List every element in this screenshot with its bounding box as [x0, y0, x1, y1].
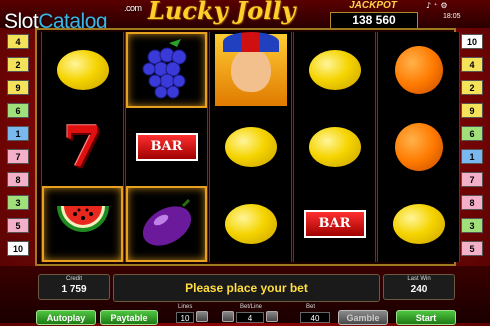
joker-icon	[214, 32, 287, 106]
lines-decrease-button[interactable]	[196, 311, 208, 322]
reel-2: BAR	[125, 32, 208, 262]
bet-line-value: 4	[236, 312, 264, 323]
payline-indicator-10[interactable]: 10	[461, 34, 483, 49]
bet-line-increase-button[interactable]	[266, 311, 278, 322]
last-win-panel: Last Win 240	[383, 274, 455, 300]
credit-panel: Credit 1 759	[38, 274, 110, 300]
bet-line-label: Bet/Line	[240, 304, 263, 310]
symbol-lemon	[378, 186, 459, 262]
jackpot-value: 138 560	[330, 12, 418, 29]
reel-area: 7 BAR BAR	[35, 28, 460, 266]
payline-indicator-3[interactable]: 3	[7, 195, 29, 210]
sound-icon[interactable]: ♪ ⁺ ⚙	[426, 0, 466, 10]
payline-indicator-3[interactable]: 3	[461, 218, 483, 233]
payline-indicator-1[interactable]: 1	[461, 149, 483, 164]
payline-indicator-10[interactable]: 10	[7, 241, 29, 256]
reel-1: 7	[41, 32, 124, 262]
last-win-label: Last Win	[407, 276, 431, 282]
reel-5	[377, 32, 460, 262]
symbol-lemon	[210, 186, 291, 262]
payline-indicator-9[interactable]: 9	[461, 103, 483, 118]
bet-value: 40	[300, 312, 330, 323]
payline-indicator-2[interactable]: 2	[461, 80, 483, 95]
symbol-lemon	[42, 32, 123, 108]
payline-indicator-7[interactable]: 7	[461, 172, 483, 187]
clock: 18:05	[443, 13, 461, 20]
lines-label: Lines	[178, 304, 193, 310]
status-message: Please place your bet	[113, 274, 380, 302]
bet-label: Bet	[306, 304, 316, 310]
payline-indicator-8[interactable]: 8	[461, 195, 483, 210]
payline-indicator-2[interactable]: 2	[7, 57, 29, 72]
symbol-lemon	[210, 109, 291, 185]
bar-symbol-label: BAR	[303, 210, 366, 238]
payline-indicator-8[interactable]: 8	[7, 172, 29, 187]
credit-label: Credit	[65, 276, 82, 282]
game-title: Lucky Jolly	[148, 0, 296, 25]
symbol-lemon	[294, 109, 375, 185]
payline-indicator-4[interactable]: 4	[461, 57, 483, 72]
payline-indicator-1[interactable]: 1	[7, 126, 29, 141]
payline-indicator-5[interactable]: 5	[7, 218, 29, 233]
last-win-value: 240	[410, 284, 428, 295]
reel-3	[209, 32, 292, 262]
symbol-plum	[126, 186, 207, 262]
payline-indicator-9[interactable]: 9	[7, 80, 29, 95]
payline-indicator-6[interactable]: 6	[7, 103, 29, 118]
symbol-joker	[210, 32, 291, 108]
symbol-bar: BAR	[294, 186, 375, 262]
payline-indicator-5[interactable]: 5	[461, 241, 483, 256]
bet-line-decrease-button[interactable]	[222, 311, 234, 322]
watermark-com: .com	[124, 3, 142, 13]
status-icons: ♪ ⁺ ⚙	[426, 0, 466, 12]
symbol-grapes	[126, 32, 207, 108]
lines-value: 10	[176, 312, 194, 323]
symbol-orange	[378, 32, 459, 108]
jackpot-label: JACKPOT	[349, 0, 397, 11]
symbol-seven: 7	[63, 114, 102, 180]
reel-4: BAR	[293, 32, 376, 262]
symbol-orange	[378, 109, 459, 185]
credit-value: 1 759	[61, 284, 87, 295]
svg-text:♪ ⁺ ⚙: ♪ ⁺ ⚙	[426, 1, 448, 10]
payline-indicator-4[interactable]: 4	[7, 34, 29, 49]
plum-icon	[142, 198, 191, 246]
symbol-watermelon	[42, 186, 123, 262]
payline-indicator-7[interactable]: 7	[7, 149, 29, 164]
jackpot-panel: JACKPOT 138 560	[326, 0, 420, 29]
watermark-slot: Slot	[4, 10, 39, 33]
watermelon-icon	[56, 206, 109, 232]
grapes-icon	[142, 39, 186, 99]
payline-indicator-6[interactable]: 6	[461, 126, 483, 141]
bar-symbol-label: BAR	[135, 133, 198, 161]
symbol-lemon	[294, 32, 375, 108]
symbol-bar: BAR	[126, 109, 207, 185]
